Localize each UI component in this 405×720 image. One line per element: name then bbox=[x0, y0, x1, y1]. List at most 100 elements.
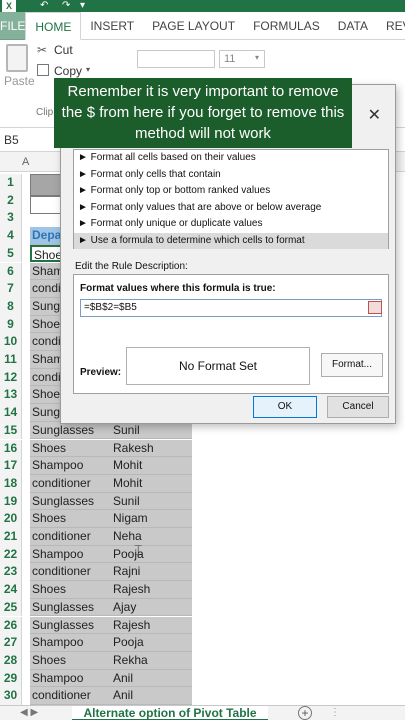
name-cell[interactable]: Anil bbox=[110, 669, 192, 688]
department-cell[interactable]: conditioner bbox=[30, 528, 110, 546]
department-cell[interactable]: conditioner bbox=[30, 687, 110, 705]
copy-icon[interactable] bbox=[37, 64, 49, 76]
row-header[interactable]: 13 bbox=[0, 386, 22, 405]
undo-icon[interactable]: ↶ bbox=[40, 0, 48, 12]
add-sheet-icon[interactable]: + bbox=[298, 706, 312, 720]
font-name-select[interactable] bbox=[137, 50, 215, 68]
tab-formulas[interactable]: FORMULAS bbox=[244, 12, 329, 40]
tab-file[interactable]: FILE bbox=[0, 12, 26, 40]
row-header[interactable]: 22 bbox=[0, 545, 22, 564]
row-header[interactable]: 26 bbox=[0, 616, 22, 635]
department-cell[interactable]: Sunglasses bbox=[30, 421, 110, 440]
name-cell[interactable]: Pooja bbox=[110, 545, 192, 564]
row-header[interactable]: 5 bbox=[0, 244, 22, 263]
tab-home[interactable]: HOME bbox=[25, 12, 82, 40]
row-header[interactable]: 19 bbox=[0, 492, 22, 511]
name-cell[interactable]: Mohit bbox=[110, 457, 192, 475]
rule-type-item[interactable]: ► Format all cells based on their values bbox=[74, 150, 388, 167]
row-header[interactable]: 6 bbox=[0, 262, 22, 281]
row-header[interactable]: 23 bbox=[0, 563, 22, 582]
cancel-button[interactable]: Cancel bbox=[327, 396, 389, 418]
row-header[interactable]: 27 bbox=[0, 634, 22, 652]
qat-more-icon[interactable]: ▾ bbox=[80, 0, 85, 12]
formula-input[interactable]: =$B$2=$B5 bbox=[80, 299, 382, 317]
row-header[interactable]: 1 bbox=[0, 174, 22, 192]
name-cell[interactable]: Sunil bbox=[110, 421, 192, 440]
paste-button[interactable]: Paste bbox=[4, 74, 35, 88]
row-header[interactable]: 30 bbox=[0, 687, 22, 705]
rule-type-item[interactable]: ► Format only top or bottom ranked value… bbox=[74, 183, 388, 200]
format-button[interactable]: Format... bbox=[321, 353, 383, 377]
row-header[interactable]: 9 bbox=[0, 315, 22, 334]
range-select-icon[interactable] bbox=[368, 301, 382, 314]
tab-insert[interactable]: INSERT bbox=[81, 12, 143, 40]
row-header[interactable]: 29 bbox=[0, 669, 22, 688]
name-cell[interactable]: Nigam bbox=[110, 510, 192, 528]
row-header[interactable]: 3 bbox=[0, 209, 22, 228]
row-header[interactable]: 4 bbox=[0, 227, 22, 245]
row-header[interactable]: 15 bbox=[0, 421, 22, 440]
rule-type-item-selected[interactable]: ► Use a formula to determine which cells… bbox=[74, 232, 388, 249]
name-cell[interactable]: Mohit bbox=[110, 474, 192, 493]
name-cell[interactable]: Rekha bbox=[110, 651, 192, 670]
chevron-down-icon[interactable]: ▾ bbox=[86, 65, 90, 74]
more-icon[interactable]: ⋮ bbox=[330, 706, 340, 720]
cut-button[interactable]: Cut bbox=[54, 43, 73, 57]
rule-type-item[interactable]: ► Format only cells that contain bbox=[74, 167, 388, 184]
tab-data[interactable]: DATA bbox=[329, 12, 377, 40]
name-cell[interactable]: Pooja bbox=[110, 634, 192, 652]
ok-button[interactable]: OK bbox=[253, 396, 317, 418]
row-header[interactable]: 21 bbox=[0, 528, 22, 546]
name-cell[interactable]: Rajni bbox=[110, 563, 192, 582]
rule-type-list[interactable]: ► Format all cells based on their values… bbox=[73, 149, 389, 249]
paste-icon[interactable] bbox=[6, 44, 28, 72]
row-header[interactable]: 10 bbox=[0, 333, 22, 351]
department-cell[interactable]: Shoes bbox=[30, 651, 110, 670]
redo-icon[interactable]: ↷ bbox=[62, 0, 70, 12]
row-header[interactable]: 17 bbox=[0, 457, 22, 475]
name-cell[interactable]: Ajay bbox=[110, 598, 192, 617]
close-icon[interactable]: ✕ bbox=[368, 105, 381, 125]
department-cell[interactable]: Shampoo bbox=[30, 545, 110, 564]
row-header[interactable]: 24 bbox=[0, 581, 22, 599]
name-cell[interactable]: Rajesh bbox=[110, 581, 192, 599]
row-header[interactable]: 20 bbox=[0, 510, 22, 528]
department-cell[interactable]: Shampoo bbox=[30, 457, 110, 475]
department-cell[interactable]: Shampoo bbox=[30, 634, 110, 652]
name-cell[interactable]: Rakesh bbox=[110, 439, 192, 458]
row-header[interactable]: 2 bbox=[0, 191, 22, 210]
row-header[interactable]: 7 bbox=[0, 280, 22, 298]
department-cell[interactable]: Sunglasses bbox=[30, 492, 110, 511]
tab-review[interactable]: REV bbox=[377, 12, 405, 40]
department-cell[interactable]: conditioner bbox=[30, 563, 110, 582]
row-header[interactable]: 14 bbox=[0, 404, 22, 422]
row-header[interactable]: 25 bbox=[0, 598, 22, 617]
department-cell[interactable]: Shoes bbox=[30, 510, 110, 528]
row-header[interactable]: 28 bbox=[0, 651, 22, 670]
rule-type-item[interactable]: ► Format only unique or duplicate values bbox=[74, 216, 388, 233]
name-cell[interactable]: Neha bbox=[110, 528, 192, 546]
department-cell[interactable]: Shampoo bbox=[30, 669, 110, 688]
name-cell[interactable]: Anil bbox=[110, 687, 192, 705]
department-cell[interactable]: Sunglasses bbox=[30, 598, 110, 617]
row-header[interactable]: 8 bbox=[0, 297, 22, 316]
name-cell[interactable]: Sunil bbox=[110, 492, 192, 511]
sheet-tab-active[interactable]: Alternate option of Pivot Table bbox=[72, 706, 268, 720]
row-header[interactable]: 12 bbox=[0, 368, 22, 387]
name-cell[interactable]: Rajesh bbox=[110, 616, 192, 635]
row-header[interactable]: 11 bbox=[0, 351, 22, 369]
department-cell[interactable]: conditioner bbox=[30, 474, 110, 493]
rule-description-panel: Format values where this formula is true… bbox=[73, 274, 389, 558]
row-header[interactable]: 16 bbox=[0, 439, 22, 458]
scissors-icon[interactable]: ✂ bbox=[37, 43, 47, 57]
row-header[interactable]: 18 bbox=[0, 474, 22, 493]
tab-page-layout[interactable]: PAGE LAYOUT bbox=[143, 12, 244, 40]
column-header-a[interactable]: A bbox=[22, 152, 32, 172]
department-cell[interactable]: Shoes bbox=[30, 439, 110, 458]
department-cell[interactable]: Sunglasses bbox=[30, 616, 110, 635]
copy-button[interactable]: Copy bbox=[54, 64, 82, 78]
department-cell[interactable]: Shoes bbox=[30, 581, 110, 599]
chevron-down-icon[interactable]: ▾ bbox=[255, 53, 259, 62]
rule-type-item[interactable]: ► Format only values that are above or b… bbox=[74, 200, 388, 217]
sheet-nav-icon[interactable]: ◀ ▶ bbox=[20, 706, 38, 720]
